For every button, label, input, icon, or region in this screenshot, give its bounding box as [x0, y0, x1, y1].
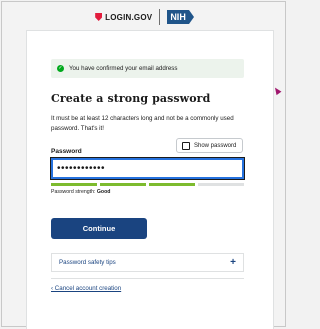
plus-icon[interactable]: +: [230, 257, 236, 268]
login-gov-logo: LOGIN.GOV: [95, 13, 152, 22]
continue-button[interactable]: Continue: [51, 218, 147, 239]
password-strength-label: Password strength:: [51, 189, 96, 195]
success-alert: ✓ You have confirmed your email address: [51, 59, 244, 78]
password-strength-meter: [51, 183, 244, 186]
password-label: Password: [51, 148, 82, 155]
show-password-checkbox[interactable]: [182, 141, 190, 150]
strength-segment: [100, 183, 146, 186]
password-input[interactable]: ••••••••••••: [50, 157, 245, 180]
password-strength-text: Password strength: Good: [51, 189, 110, 195]
strength-segment: [51, 183, 97, 186]
nih-arrow-icon: [188, 10, 194, 24]
password-strength-value: Good: [96, 189, 111, 195]
site-header: LOGIN.GOV NIH: [0, 7, 289, 27]
show-password-toggle[interactable]: Show password: [176, 138, 243, 153]
password-safety-tips-accordion[interactable]: Password safety tips +: [51, 253, 244, 272]
nih-logo-text: NIH: [167, 10, 189, 24]
shield-icon: [95, 13, 103, 21]
login-gov-logo-text: LOGIN.GOV: [105, 12, 153, 22]
cancel-account-creation-link[interactable]: ‹ Cancel account creation: [51, 285, 121, 292]
success-alert-text: You have confirmed your email address: [69, 65, 178, 72]
strength-segment: [198, 183, 244, 186]
show-password-label[interactable]: Show password: [194, 143, 236, 149]
password-safety-tips-label[interactable]: Password safety tips: [59, 259, 116, 266]
page-title: Create a strong password: [51, 92, 211, 105]
intro-text: It must be at least 12 characters long a…: [51, 115, 234, 132]
check-circle-icon: ✓: [57, 65, 64, 72]
section-divider: [51, 278, 244, 279]
nih-logo: NIH: [167, 10, 194, 24]
logo-divider: [159, 9, 161, 25]
strength-segment: [149, 183, 195, 186]
